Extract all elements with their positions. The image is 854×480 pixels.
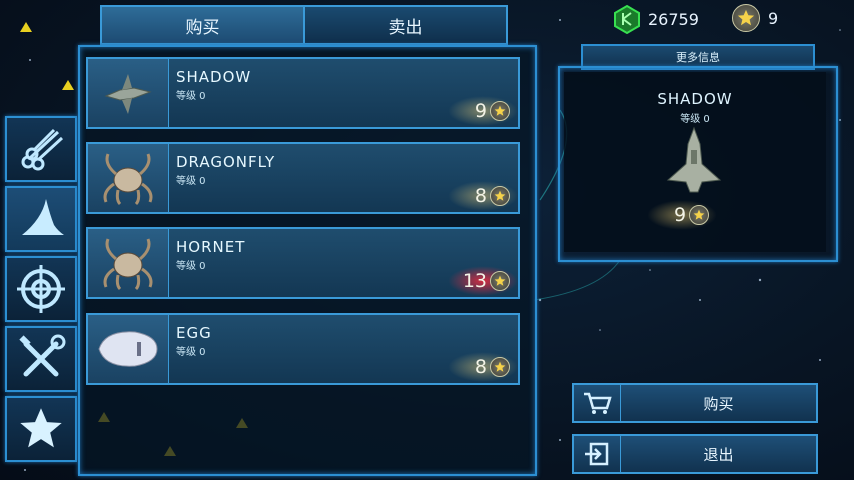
ship-thumbnail (88, 229, 169, 297)
category-wings[interactable] (5, 186, 77, 252)
bug-ship-icon (103, 238, 153, 291)
gem-icon (614, 4, 640, 34)
category-favorites[interactable] (5, 396, 77, 462)
fighter-ship-icon (666, 126, 722, 193)
buy-sell-tabs: 购买 卖出 (100, 5, 508, 45)
star-coin-icon (490, 271, 510, 291)
star-counter: 9 (732, 4, 778, 32)
item-level: 等级 0 (176, 91, 206, 102)
info-preview: SHADOW 等级 0 9 (564, 72, 826, 252)
category-weapons[interactable] (5, 256, 77, 322)
ship-thumbnail (88, 315, 169, 383)
item-price: 9 (448, 96, 518, 126)
item-price-unaffordable: 13 (448, 266, 518, 296)
egg-ship-icon (98, 331, 158, 367)
category-upgrades[interactable] (5, 326, 77, 392)
item-level: 等级 0 (176, 347, 206, 358)
item-name: EGG (176, 324, 212, 342)
ship-thumbnail (88, 59, 169, 127)
cart-icon (574, 385, 621, 421)
ship-thumbnail (88, 144, 169, 212)
item-price: 8 (448, 352, 518, 382)
gem-count: 26759 (648, 9, 699, 29)
gem-counter: 26759 (612, 4, 699, 34)
buy-button-label: 购买 (703, 394, 734, 413)
info-price: 9 (647, 200, 718, 230)
item-name: SHADOW (176, 68, 252, 86)
item-level: 等级 0 (176, 261, 206, 272)
info-ship-name: SHADOW (657, 90, 733, 108)
bug-ship-icon (103, 153, 153, 206)
list-item-shadow[interactable]: SHADOW 等级 0 9 (86, 57, 520, 129)
star-coin-icon (689, 205, 710, 225)
exit-button-label: 退出 (703, 445, 734, 464)
list-item-egg[interactable]: EGG 等级 0 8 (86, 313, 520, 385)
wing-icon (22, 199, 64, 235)
item-name: DRAGONFLY (176, 153, 276, 171)
item-name: HORNET (176, 238, 246, 256)
star-coin-icon (490, 186, 510, 206)
tab-sell[interactable]: 卖出 (305, 5, 508, 45)
tools-icon (19, 334, 66, 377)
list-item-hornet[interactable]: HORNET 等级 0 13 (86, 227, 520, 299)
pipes-icon (21, 128, 64, 171)
info-ship-level: 等级 0 (680, 114, 710, 125)
star-coin-icon (490, 101, 510, 121)
item-level: 等级 0 (176, 176, 206, 187)
tab-buy[interactable]: 购买 (100, 5, 305, 45)
item-price: 8 (448, 181, 518, 211)
list-item-dragonfly[interactable]: DRAGONFLY 等级 0 8 (86, 142, 520, 214)
target-icon (17, 265, 65, 313)
star-count: 9 (768, 8, 779, 28)
star-coin-icon (490, 357, 510, 377)
star-coin-icon (732, 4, 760, 32)
category-parts[interactable] (5, 116, 77, 182)
star-icon (20, 408, 62, 448)
buy-button[interactable]: 购买 (572, 383, 818, 423)
exit-icon (574, 436, 621, 472)
exit-button[interactable]: 退出 (572, 434, 818, 474)
fighter-ship-icon (104, 74, 152, 114)
